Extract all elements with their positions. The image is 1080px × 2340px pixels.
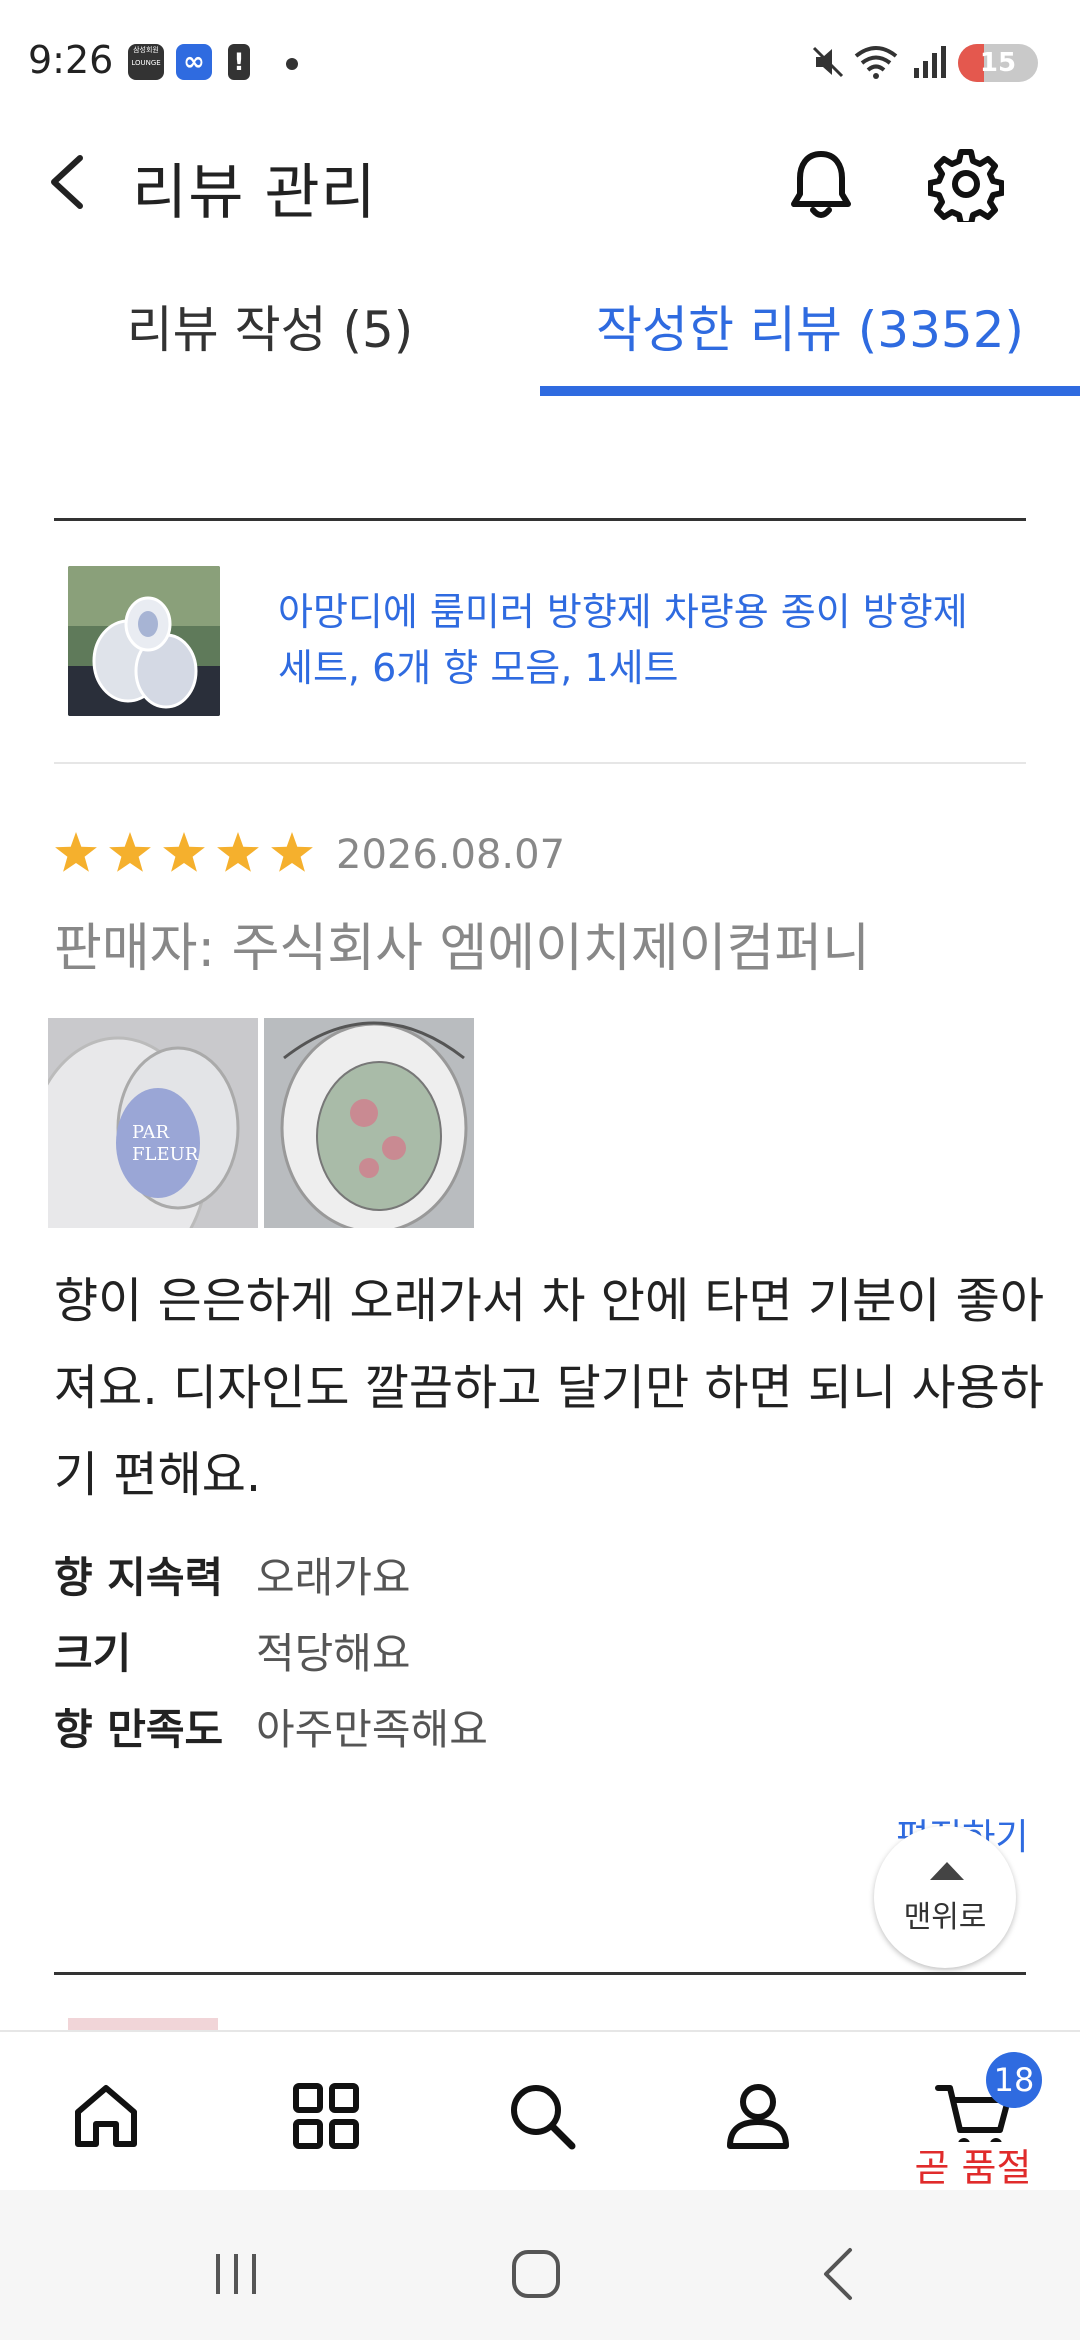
- recent-apps-button[interactable]: [206, 2244, 266, 2304]
- attribute-key-size: 크기: [54, 1629, 132, 1678]
- review-date: 2026.08.07: [336, 832, 566, 878]
- attribute-value-size: 적당해요: [256, 1629, 411, 1678]
- my-account-nav-button[interactable]: [718, 2076, 798, 2156]
- review-photo[interactable]: [264, 1018, 474, 1228]
- signal-icon: [914, 46, 946, 78]
- back-button[interactable]: [40, 150, 96, 214]
- notification-bell-button[interactable]: [786, 146, 856, 222]
- tab-write-review[interactable]: 리뷰 작성 (5): [0, 290, 540, 390]
- attribute-value-scent-duration: 오래가요: [256, 1553, 411, 1602]
- infinity-app-icon: ∞: [176, 44, 212, 80]
- lounge-app-icon: 삼성회원 LOUNGE: [128, 44, 164, 80]
- arrow-up-icon: [930, 1862, 964, 1880]
- settings-gear-button[interactable]: [928, 146, 1004, 222]
- attribute-key-scent-duration: 향 지속력: [54, 1553, 224, 1602]
- status-bar: 9:26 삼성회원 LOUNGE ∞ ! 15: [0, 0, 1080, 110]
- review-text: 향이 은은하게 오래가서 차 안에 타면 기분이 좋아져요. 디자인도 깔끔하고…: [54, 1273, 1045, 1503]
- mute-icon: [812, 46, 844, 78]
- wifi-icon: [854, 46, 898, 79]
- alert-notification-icon: !: [228, 44, 250, 80]
- svg-text:FLEUR: FLEUR: [132, 1144, 199, 1165]
- review-photo[interactable]: PAR FLEUR: [48, 1018, 258, 1228]
- page-title: 리뷰 관리: [132, 158, 377, 228]
- star-icon: [109, 832, 151, 872]
- tab-written-reviews[interactable]: 작성한 리뷰 (3352): [540, 290, 1080, 390]
- active-tab-indicator: [540, 386, 1080, 396]
- star-icon: [271, 832, 313, 872]
- category-grid-nav-button[interactable]: [286, 2076, 366, 2156]
- star-icon: [55, 832, 97, 872]
- star-rating: [52, 830, 322, 878]
- product-thumbnail[interactable]: [68, 566, 220, 716]
- back-system-button[interactable]: [810, 2244, 870, 2304]
- more-notifications-dot: [286, 58, 298, 70]
- home-system-button[interactable]: [506, 2244, 566, 2304]
- star-icon: [163, 832, 205, 872]
- cart-soldout-notice: 곧 품절: [868, 2142, 1078, 2194]
- product-name-link[interactable]: 아망디에 룸미러 방향제 차량용 종이 방향제 세트, 6개 향 모음, 1세트: [278, 584, 1008, 696]
- scroll-to-top-label: 맨위로: [903, 1900, 987, 1935]
- status-time: 9:26: [28, 38, 114, 82]
- attribute-value-scent-satisfaction: 아주만족해요: [256, 1705, 488, 1754]
- product-divider: [54, 762, 1026, 764]
- star-icon: [217, 832, 259, 872]
- battery-indicator: 15: [958, 44, 1038, 82]
- home-nav-button[interactable]: [66, 2076, 146, 2156]
- battery-percent: 15: [979, 48, 1017, 78]
- attribute-key-scent-satisfaction: 향 만족도: [54, 1705, 224, 1754]
- search-nav-button[interactable]: [502, 2076, 582, 2156]
- cart-count-badge: 18: [986, 2052, 1042, 2108]
- section-divider: [54, 518, 1026, 521]
- svg-text:PAR: PAR: [132, 1122, 169, 1143]
- seller-name: 판매자: 주식회사 엠에이치제이컴퍼니: [54, 919, 871, 979]
- section-divider: [54, 1972, 1026, 1975]
- scroll-to-top-button[interactable]: 맨위로: [874, 1826, 1016, 1968]
